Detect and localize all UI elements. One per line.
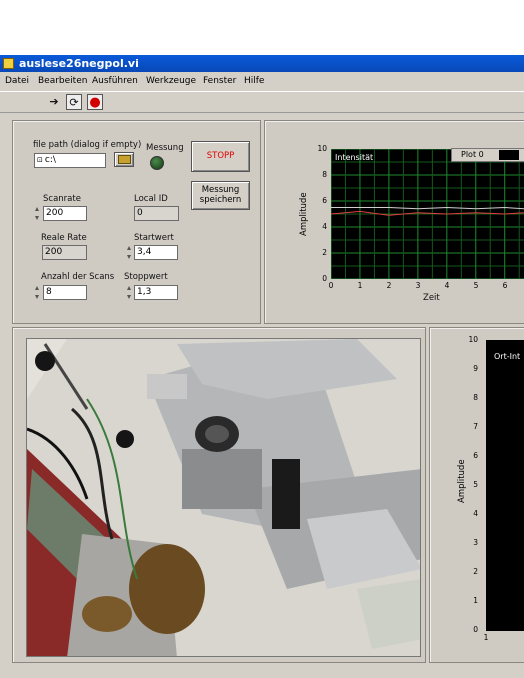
local-id-label: Local ID — [134, 194, 168, 204]
graph-1-svg — [331, 149, 524, 279]
graph-2-ytick: 3 — [473, 538, 478, 547]
graph-1-inner-label: Intensität — [335, 153, 374, 162]
folder-icon — [117, 155, 131, 164]
menu-fenster[interactable]: Fenster — [203, 73, 236, 90]
labview-window: auslese26negpol.vi Datei Bearbeiten Ausf… — [0, 55, 524, 678]
graph-1-xtick: 4 — [444, 281, 450, 290]
graph-2-xtick: 1 — [483, 633, 489, 642]
graph-1-panel: Amplitude 10 8 6 4 2 0 Intensität Plot 0… — [264, 120, 524, 324]
graph-2-ytick: 6 — [473, 451, 478, 460]
startwert-spinner[interactable] — [126, 245, 133, 260]
graph-1-ytick: 8 — [322, 170, 327, 179]
graph-1-xtick: 6 — [502, 281, 508, 290]
file-path-label: file path (dialog if empty) — [33, 140, 142, 150]
graph-2-ytick: 4 — [473, 509, 478, 518]
reale-rate-label: Reale Rate — [41, 233, 87, 243]
menu-hilfe[interactable]: Hilfe — [244, 73, 264, 90]
graph-2-ytick: 1 — [473, 596, 478, 605]
stoppwert-spinner[interactable] — [126, 285, 133, 300]
labview-app-icon — [3, 58, 14, 69]
anzahl-scans-field[interactable]: 8 — [43, 285, 87, 300]
messung-led-indicator — [150, 156, 164, 170]
graph-1-ytick: 2 — [322, 248, 327, 257]
graph-1-ytick: 10 — [317, 144, 327, 153]
browse-folder-button[interactable] — [114, 152, 134, 167]
window-title: auslese26negpol.vi — [19, 57, 139, 70]
menu-bearbeiten[interactable]: Bearbeiten — [38, 73, 87, 90]
startwert-label: Startwert — [134, 233, 174, 243]
graph-1-xtick: 1 — [357, 281, 363, 290]
menu-ausfuehren[interactable]: Ausführen — [92, 73, 138, 90]
graph-1-xtick: 0 — [328, 281, 334, 290]
title-bar: auslese26negpol.vi — [0, 55, 524, 72]
graph-1-plot-area[interactable]: Intensität — [331, 149, 524, 279]
scanrate-field[interactable]: 200 — [43, 206, 87, 221]
graph-2-ytick: 7 — [473, 422, 478, 431]
scanrate-label: Scanrate — [43, 194, 81, 204]
stopp-button[interactable]: STOPP — [191, 141, 250, 172]
graph-2-ytick: 5 — [473, 480, 478, 489]
messung-label: Messung — [146, 143, 184, 153]
file-path-field[interactable]: ⊡ c:\ — [34, 153, 106, 168]
controls-panel: file path (dialog if empty) ⊡ c:\ Messung… — [12, 120, 261, 324]
toolbar: ➔ ⟳ ● — [0, 91, 524, 113]
graph-1-xtick: 5 — [473, 281, 479, 290]
graph-1-xtick: 2 — [386, 281, 392, 290]
legend-plot-label: Plot 0 — [461, 150, 484, 159]
graph-2-plot-area[interactable]: Ort-Int — [486, 340, 524, 631]
menu-bar: Datei Bearbeiten Ausführen Werkzeuge Fen… — [0, 73, 524, 90]
graph-2-ytick: 0 — [473, 625, 478, 634]
graph-1-xlabel: Zeit — [423, 293, 440, 303]
file-path-value: c:\ — [44, 155, 56, 165]
graph-2-inner-label: Ort-Int — [494, 352, 521, 361]
messung-speichern-button[interactable]: Messung speichern — [191, 181, 250, 210]
graph-2-ytick: 2 — [473, 567, 478, 576]
graph-1-ytick: 4 — [322, 222, 327, 231]
stoppwert-field[interactable]: 1,3 — [134, 285, 178, 300]
stoppwert-label: Stoppwert — [124, 272, 168, 282]
graph-1-xtick: 3 — [415, 281, 421, 290]
graph-1-ytick: 0 — [322, 274, 327, 283]
graph-2-panel: Amplitude 10 9 8 7 6 5 4 3 2 1 0 Ort-Int… — [429, 327, 524, 663]
graph-2-ytick: 8 — [473, 393, 478, 402]
menu-werkzeuge[interactable]: Werkzeuge — [146, 73, 196, 90]
reale-rate-field: 200 — [42, 245, 87, 260]
legend-line-icon — [499, 150, 519, 160]
scanrate-spinner[interactable] — [34, 206, 41, 221]
menu-datei[interactable]: Datei — [5, 73, 29, 90]
anzahl-scans-label: Anzahl der Scans — [41, 272, 115, 282]
graph-1-legend[interactable]: Plot 0 — [451, 148, 524, 162]
local-id-field: 0 — [134, 206, 179, 221]
apparatus-photo — [26, 338, 421, 657]
apparatus-photo-drawing — [27, 339, 420, 656]
run-continuously-icon[interactable]: ⟳ — [66, 94, 82, 110]
graph-1-ytick: 6 — [322, 196, 327, 205]
abort-icon[interactable]: ● — [87, 94, 103, 110]
graph-2-ytick: 10 — [468, 335, 478, 344]
anzahl-scans-spinner[interactable] — [34, 285, 41, 300]
photo-panel — [12, 327, 426, 663]
run-arrow-icon[interactable]: ➔ — [46, 94, 62, 110]
startwert-field[interactable]: 3,4 — [134, 245, 178, 260]
graph-2-ytick: 9 — [473, 364, 478, 373]
